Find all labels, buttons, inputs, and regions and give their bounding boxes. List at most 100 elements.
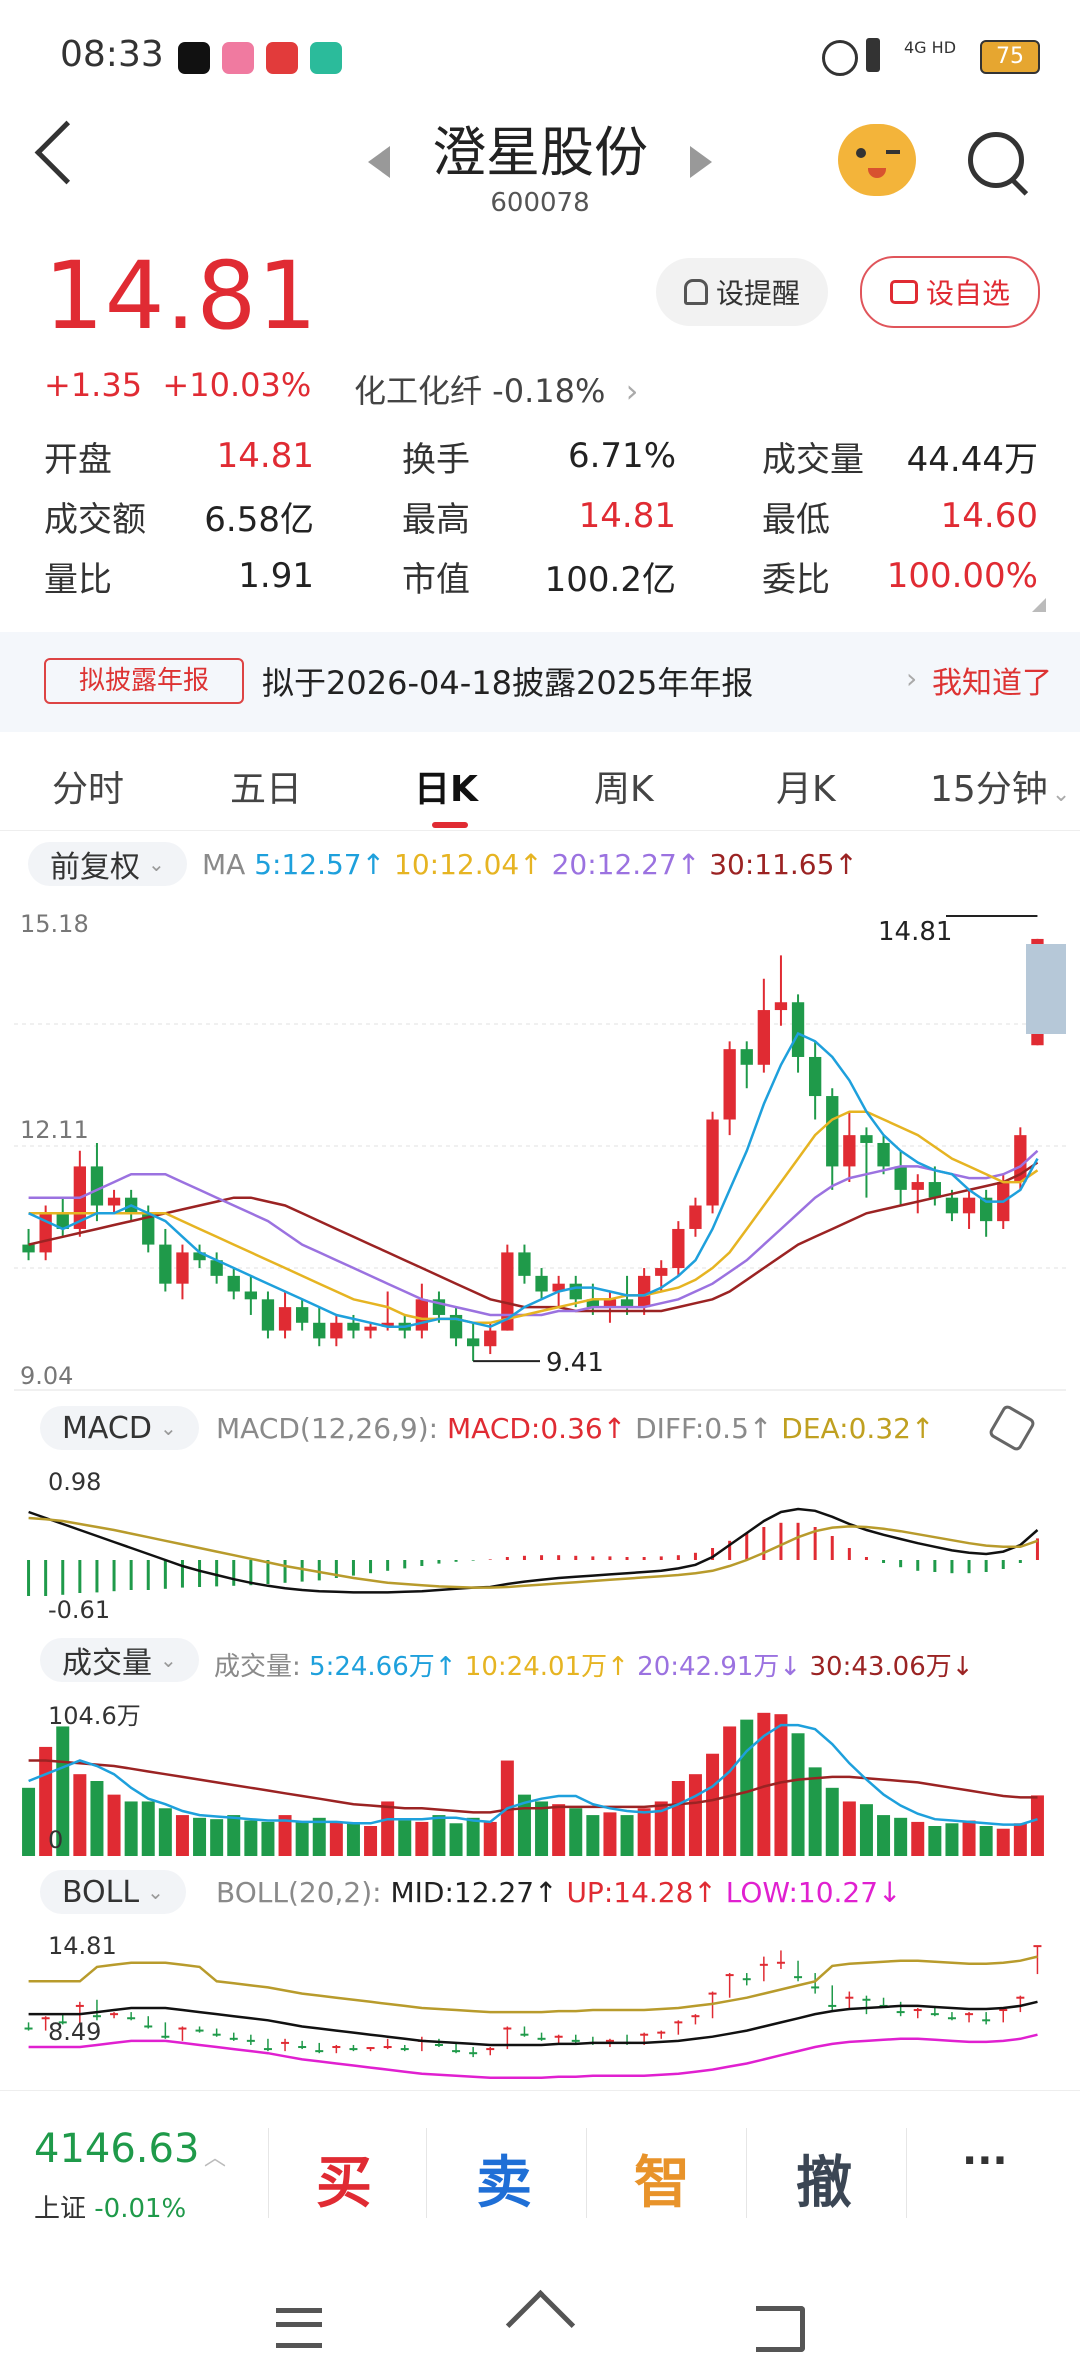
home-icon[interactable] — [505, 2289, 576, 2360]
settings-icon[interactable] — [987, 1403, 1037, 1453]
volume-bar — [1013, 1823, 1027, 1856]
ma-label: MA — [202, 848, 246, 881]
macd-chart[interactable]: 0.98 -0.61 — [0, 1460, 1080, 1630]
app-icon — [310, 42, 342, 74]
quote-label: 市值 — [402, 559, 470, 600]
tab-daily-k[interactable]: 日K — [414, 760, 478, 812]
volume-bar — [962, 1820, 976, 1856]
menu-icon[interactable] — [276, 2308, 322, 2348]
volume-bar — [911, 1821, 925, 1856]
tab-weekly-k[interactable]: 周K — [594, 760, 654, 812]
candle-body — [637, 1275, 651, 1308]
chevron-right-icon: › — [906, 662, 918, 695]
sector-link[interactable]: 化工化纤 -0.18% › — [354, 366, 638, 412]
status-time: 08:33 — [60, 34, 164, 75]
candle-body — [962, 1197, 976, 1214]
quote-col-1: 开盘 14.81 成交额 6.58亿 量比 1.91 — [44, 426, 314, 606]
ma5-value: 5:12.57↑ — [254, 848, 386, 881]
quote-value: 100.2亿 — [544, 559, 676, 600]
volume-bar — [894, 1817, 908, 1856]
volume-bar — [175, 1815, 189, 1856]
y-axis-mid: 12.11 — [20, 1116, 89, 1144]
divider — [746, 2128, 747, 2218]
volume-bar — [842, 1801, 856, 1856]
add-favorite-button[interactable]: 设自选 — [860, 256, 1040, 328]
quote-label: 最高 — [402, 499, 470, 540]
tiktok-icon — [178, 42, 210, 74]
boll-chart[interactable]: 14.81 8.49 — [0, 1926, 1080, 2086]
volume-bar — [603, 1812, 617, 1856]
dea-line — [28, 1516, 1038, 1589]
expand-icon[interactable] — [1032, 598, 1046, 612]
tab-monthly-k[interactable]: 月K — [776, 760, 836, 812]
smart-button[interactable]: 智 — [634, 2138, 690, 2219]
index-info: 上证 -0.01% — [34, 2188, 186, 2225]
candle-body — [706, 1119, 719, 1206]
candle-body — [945, 1197, 959, 1214]
back-nav-icon[interactable] — [756, 2306, 805, 2352]
quote-value: 14.81 — [578, 496, 676, 536]
change-percent: +10.03% — [162, 366, 312, 404]
kline-chart[interactable]: 15.18 12.11 9.04 14.81 9.41 — [0, 896, 1080, 1392]
boll-chip-label: BOLL — [62, 1874, 140, 1910]
low-price-marker: 9.41 — [546, 1348, 604, 1378]
candle-body — [484, 1330, 497, 1347]
diff-value: DIFF:0.5↑ — [635, 1412, 773, 1445]
volume-bar — [740, 1719, 754, 1856]
candle-body — [791, 1002, 805, 1057]
quote-col-3: 成交量 44.44万 最低 14.60 委比 100.00% — [762, 426, 1038, 606]
candle-body — [535, 1275, 548, 1292]
cancel-order-button[interactable]: 撤 — [796, 2138, 852, 2219]
volume-bar — [415, 1821, 429, 1856]
battery-indicator: 75 — [980, 40, 1040, 74]
volume-bar — [193, 1817, 207, 1856]
boll-dropdown[interactable]: BOLL ⌄ — [40, 1870, 186, 1914]
ma30-value: 30:11.65↑ — [709, 848, 858, 881]
tab-intraday[interactable]: 分时 — [52, 760, 124, 812]
notice-tag: 拟披露年报 — [44, 658, 244, 704]
candle-body — [364, 1326, 377, 1331]
volume-chart[interactable]: 104.6万 0 — [0, 1696, 1080, 1860]
adjust-dropdown[interactable]: 前复权 ⌄ — [28, 842, 187, 886]
candle-body — [689, 1205, 702, 1229]
search-icon[interactable] — [968, 132, 1024, 188]
tab-15min[interactable]: 15分钟 ⌄ — [930, 760, 1070, 812]
set-alert-button[interactable]: 设提醒 — [656, 258, 828, 326]
candle-body — [295, 1307, 309, 1323]
vol10-value: 10:24.01万↑ — [464, 1652, 629, 1682]
next-stock-icon[interactable] — [690, 146, 712, 178]
quote-label: 委比 — [762, 559, 830, 600]
vol-ma20-line — [28, 1759, 1038, 1814]
more-button[interactable]: ··· — [962, 2138, 1008, 2184]
candle-body — [518, 1252, 531, 1276]
boll-up-value: UP:14.28↑ — [566, 1876, 717, 1909]
chevron-up-icon: ︿ — [204, 2146, 227, 2171]
quote-value: 6.58亿 — [204, 499, 314, 540]
last-price: 14.81 — [44, 242, 319, 351]
high-price-marker: 14.81 — [878, 917, 952, 947]
news-app-icon — [266, 42, 298, 74]
sell-button[interactable]: 卖 — [476, 2138, 532, 2219]
volume-bar — [261, 1821, 275, 1856]
index-change: -0.01% — [94, 2194, 187, 2224]
candle-body — [672, 1228, 685, 1269]
chat-icon — [889, 280, 918, 304]
buy-button[interactable]: 买 — [316, 2138, 372, 2219]
macd-dropdown[interactable]: MACD ⌄ — [40, 1406, 199, 1450]
vol-ma5-line — [28, 1723, 1038, 1826]
volume-dropdown[interactable]: 成交量 ⌄ — [40, 1638, 199, 1682]
tab-five-day[interactable]: 五日 — [230, 760, 302, 812]
volume-bar — [210, 1819, 224, 1856]
volume-bar — [398, 1820, 412, 1856]
mascot-icon[interactable] — [838, 124, 916, 196]
chevron-down-icon: ⌄ — [160, 1648, 177, 1672]
dismiss-notice-button[interactable]: 我知道了 — [932, 658, 1052, 702]
quote-label: 成交额 — [44, 499, 146, 540]
volume-bar — [432, 1815, 446, 1856]
candle-body — [655, 1268, 668, 1276]
quote-value: 1.91 — [238, 556, 314, 596]
volume-bar — [90, 1781, 104, 1856]
index-value[interactable]: 4146.63 — [34, 2126, 199, 2172]
vol30-value: 30:43.06万↓ — [809, 1652, 974, 1682]
y-axis-min: 9.04 — [20, 1362, 73, 1390]
